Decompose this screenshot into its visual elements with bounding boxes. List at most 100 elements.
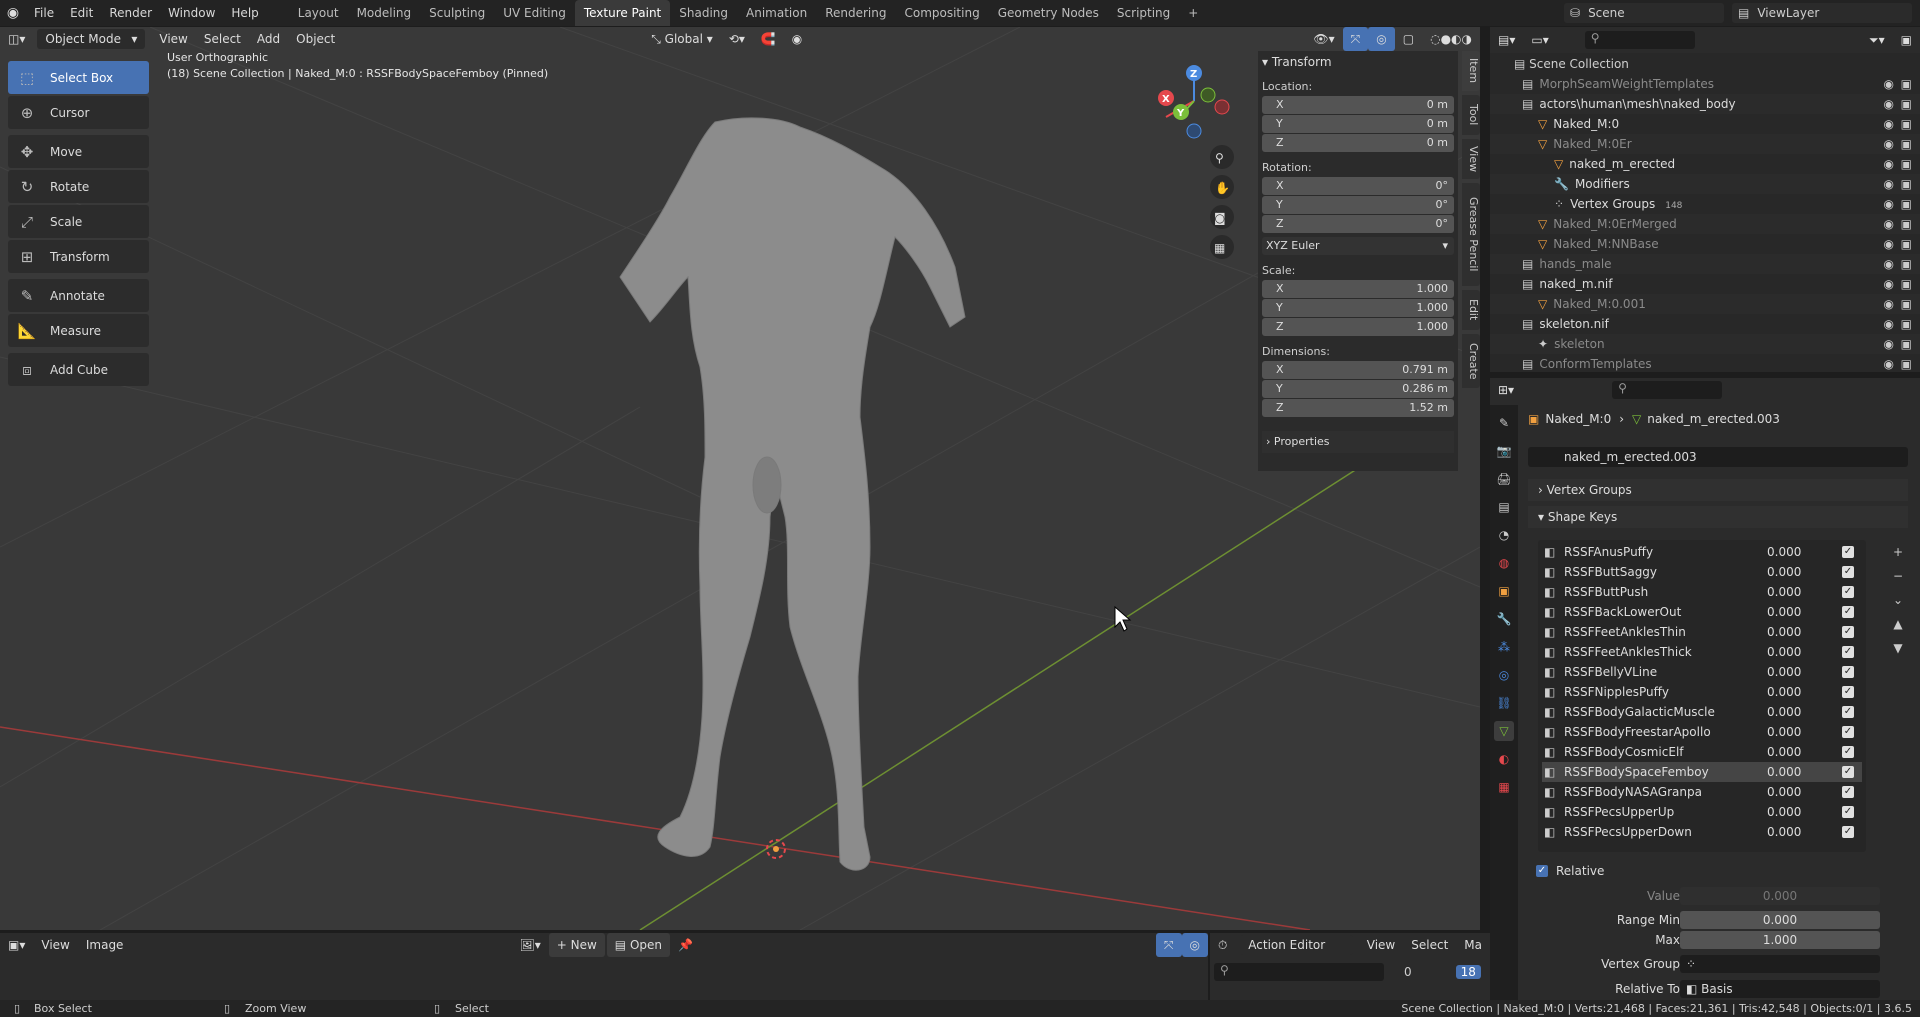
tab-geometry-nodes[interactable]: Geometry Nodes: [989, 0, 1108, 26]
mute-checkbox[interactable]: ✓: [1842, 706, 1854, 718]
sidebar-tab-grease-pencil[interactable]: Grease Pencil: [1462, 183, 1480, 286]
filter-icon[interactable]: ⏷▾: [1861, 28, 1893, 52]
scale-z-field[interactable]: Z 1.000: [1262, 318, 1454, 336]
shape-key-row[interactable]: ◧ RSSFPecsUpperDown 0.000 ✓: [1542, 822, 1862, 842]
shape-key-value[interactable]: 0.000: [1767, 762, 1801, 782]
editor-type-icon[interactable]: ◫▾: [0, 27, 33, 51]
vertex-groups-panel-header[interactable]: › Vertex Groups: [1528, 479, 1908, 501]
viewport-menu-add[interactable]: Add: [249, 27, 288, 51]
visibility-eye-icon[interactable]: ◉: [1884, 254, 1894, 274]
scene-icon[interactable]: ◔: [1494, 525, 1514, 545]
shape-key-row[interactable]: ◧ RSSFButtPush 0.000 ✓: [1542, 582, 1862, 602]
viewport-menu-view[interactable]: View: [151, 27, 195, 51]
shape-key-value[interactable]: 0.000: [1767, 642, 1801, 662]
menu-edit[interactable]: Edit: [62, 0, 101, 26]
mute-checkbox[interactable]: ✓: [1842, 626, 1854, 638]
render-camera-icon[interactable]: ▣: [1901, 354, 1912, 374]
visibility-eye-icon[interactable]: ◉: [1884, 294, 1894, 314]
transform-header[interactable]: ▾ Transform: [1262, 55, 1332, 69]
render-camera-icon[interactable]: ▣: [1901, 234, 1912, 254]
display-mode-icon[interactable]: ▭▾: [1523, 28, 1556, 52]
visibility-icon[interactable]: 👁▾: [1305, 27, 1342, 51]
action-editor-menu-ma[interactable]: Ma: [1456, 933, 1490, 957]
visibility-eye-icon[interactable]: ◉: [1884, 274, 1894, 294]
shape-key-row[interactable]: ◧ RSSFBodyFreestarApollo 0.000 ✓: [1542, 722, 1862, 742]
mute-checkbox[interactable]: ✓: [1842, 606, 1854, 618]
shape-key-row[interactable]: ◧ RSSFBellyVLine 0.000 ✓: [1542, 662, 1862, 682]
scale-y-field[interactable]: Y 1.000: [1262, 299, 1454, 317]
tab-scripting[interactable]: Scripting: [1108, 0, 1179, 26]
tool-annotate[interactable]: ✎ Annotate: [8, 279, 149, 312]
visibility-eye-icon[interactable]: ◉: [1884, 154, 1894, 174]
visibility-eye-icon[interactable]: ◉: [1884, 314, 1894, 334]
view-layer-icon[interactable]: ▤: [1494, 497, 1514, 517]
visibility-eye-icon[interactable]: ◉: [1884, 94, 1894, 114]
dimensions-y-field[interactable]: Y 0.286 m: [1262, 380, 1454, 398]
viewport-menu-select[interactable]: Select: [196, 27, 249, 51]
image-editor-menu-image[interactable]: Image: [78, 933, 132, 957]
shape-key-value[interactable]: 0.000: [1767, 822, 1801, 842]
render-camera-icon[interactable]: ▣: [1901, 174, 1912, 194]
menu-render[interactable]: Render: [101, 0, 160, 26]
properties-search-input[interactable]: ⚲: [1612, 381, 1723, 399]
render-camera-icon[interactable]: ▣: [1901, 194, 1912, 214]
scene-selector[interactable]: ⛁ Scene: [1564, 3, 1724, 23]
render-camera-icon[interactable]: ▣: [1901, 214, 1912, 234]
shape-key-row[interactable]: ◧ RSSFAnusPuffy 0.000 ✓: [1542, 542, 1862, 562]
tool-scale[interactable]: ⤢ Scale: [8, 205, 149, 238]
menu-file[interactable]: File: [26, 0, 62, 26]
sidebar-tab-tool[interactable]: Tool: [1462, 95, 1480, 135]
output-icon[interactable]: 🖨: [1494, 469, 1514, 489]
menu-help[interactable]: Help: [223, 0, 266, 26]
tool-settings-icon[interactable]: ✎: [1494, 413, 1514, 433]
tab-rendering[interactable]: Rendering: [816, 0, 895, 26]
outliner-row[interactable]: ▽ Naked_M:0ErMerged ◉ ▣: [1490, 214, 1920, 234]
tool-move[interactable]: ✥ Move: [8, 135, 149, 168]
shape-key-value[interactable]: 0.000: [1767, 622, 1801, 642]
sidebar-tab-edit[interactable]: Edit: [1462, 290, 1480, 330]
mute-checkbox[interactable]: ✓: [1842, 726, 1854, 738]
pivot-icon[interactable]: ⟲▾: [721, 27, 753, 51]
editor-type-icon[interactable]: ⊞▾: [1490, 378, 1522, 402]
move-up-icon[interactable]: ▲: [1890, 612, 1906, 636]
shape-key-value[interactable]: 0.000: [1767, 602, 1801, 622]
orientation-selector[interactable]: ⤡ Global ▾: [643, 27, 721, 51]
shape-key-value[interactable]: 0.000: [1767, 742, 1801, 762]
editor-type-icon[interactable]: ▣▾: [0, 933, 33, 957]
menu-window[interactable]: Window: [160, 0, 223, 26]
outliner-search-input[interactable]: ⚲: [1584, 31, 1695, 49]
texture-icon[interactable]: ▦: [1494, 777, 1514, 797]
rotation-z-field[interactable]: Z 0°: [1262, 215, 1454, 233]
outliner-row[interactable]: ▽ Naked_M:0 ◉ ▣: [1490, 114, 1920, 134]
mute-checkbox[interactable]: ✓: [1842, 546, 1854, 558]
mute-checkbox[interactable]: ✓: [1842, 826, 1854, 838]
remove-shape-key-icon[interactable]: −: [1890, 564, 1906, 588]
scale-x-field[interactable]: X 1.000: [1262, 280, 1454, 298]
image-editor-menu-view[interactable]: View: [33, 933, 77, 957]
render-camera-icon[interactable]: ▣: [1901, 134, 1912, 154]
outliner-row[interactable]: ▤ naked_m.nif ◉ ▣: [1490, 274, 1920, 294]
location-z-field[interactable]: Z 0 m: [1262, 134, 1454, 152]
outliner-row[interactable]: ▤ ConformTemplates ◉ ▣: [1490, 354, 1920, 374]
sidebar-tab-view[interactable]: View: [1462, 139, 1480, 179]
tool-measure[interactable]: 📐 Measure: [8, 314, 149, 347]
dimensions-z-field[interactable]: Z 1.52 m: [1262, 399, 1454, 417]
tool-select-box[interactable]: ⬚ Select Box: [8, 61, 149, 94]
outliner-row[interactable]: ✦ skeleton ◉ ▣: [1490, 334, 1920, 354]
visibility-eye-icon[interactable]: ◉: [1884, 214, 1894, 234]
xray-icon[interactable]: ▢: [1395, 27, 1422, 51]
shading-modes-icon[interactable]: ◌●◐◑: [1422, 27, 1480, 51]
blender-logo-icon[interactable]: ◉: [0, 5, 26, 21]
tab-texture-paint[interactable]: Texture Paint: [574, 0, 671, 26]
vertex-group-field[interactable]: ⁘: [1680, 955, 1880, 973]
image-browse-icon[interactable]: 🖼▾: [511, 933, 548, 957]
shape-key-value[interactable]: 0.000: [1767, 662, 1801, 682]
open-image-button[interactable]: ▤ Open: [606, 933, 670, 957]
action-editor-mode-select[interactable]: Action Editor: [1240, 935, 1353, 955]
mute-checkbox[interactable]: ✓: [1842, 646, 1854, 658]
sidebar-tab-item[interactable]: Item: [1462, 51, 1480, 91]
render-camera-icon[interactable]: ▣: [1901, 314, 1912, 334]
material-icon[interactable]: ◐: [1494, 749, 1514, 769]
render-camera-icon[interactable]: ▣: [1901, 74, 1912, 94]
particles-icon[interactable]: ⁂: [1494, 637, 1514, 657]
